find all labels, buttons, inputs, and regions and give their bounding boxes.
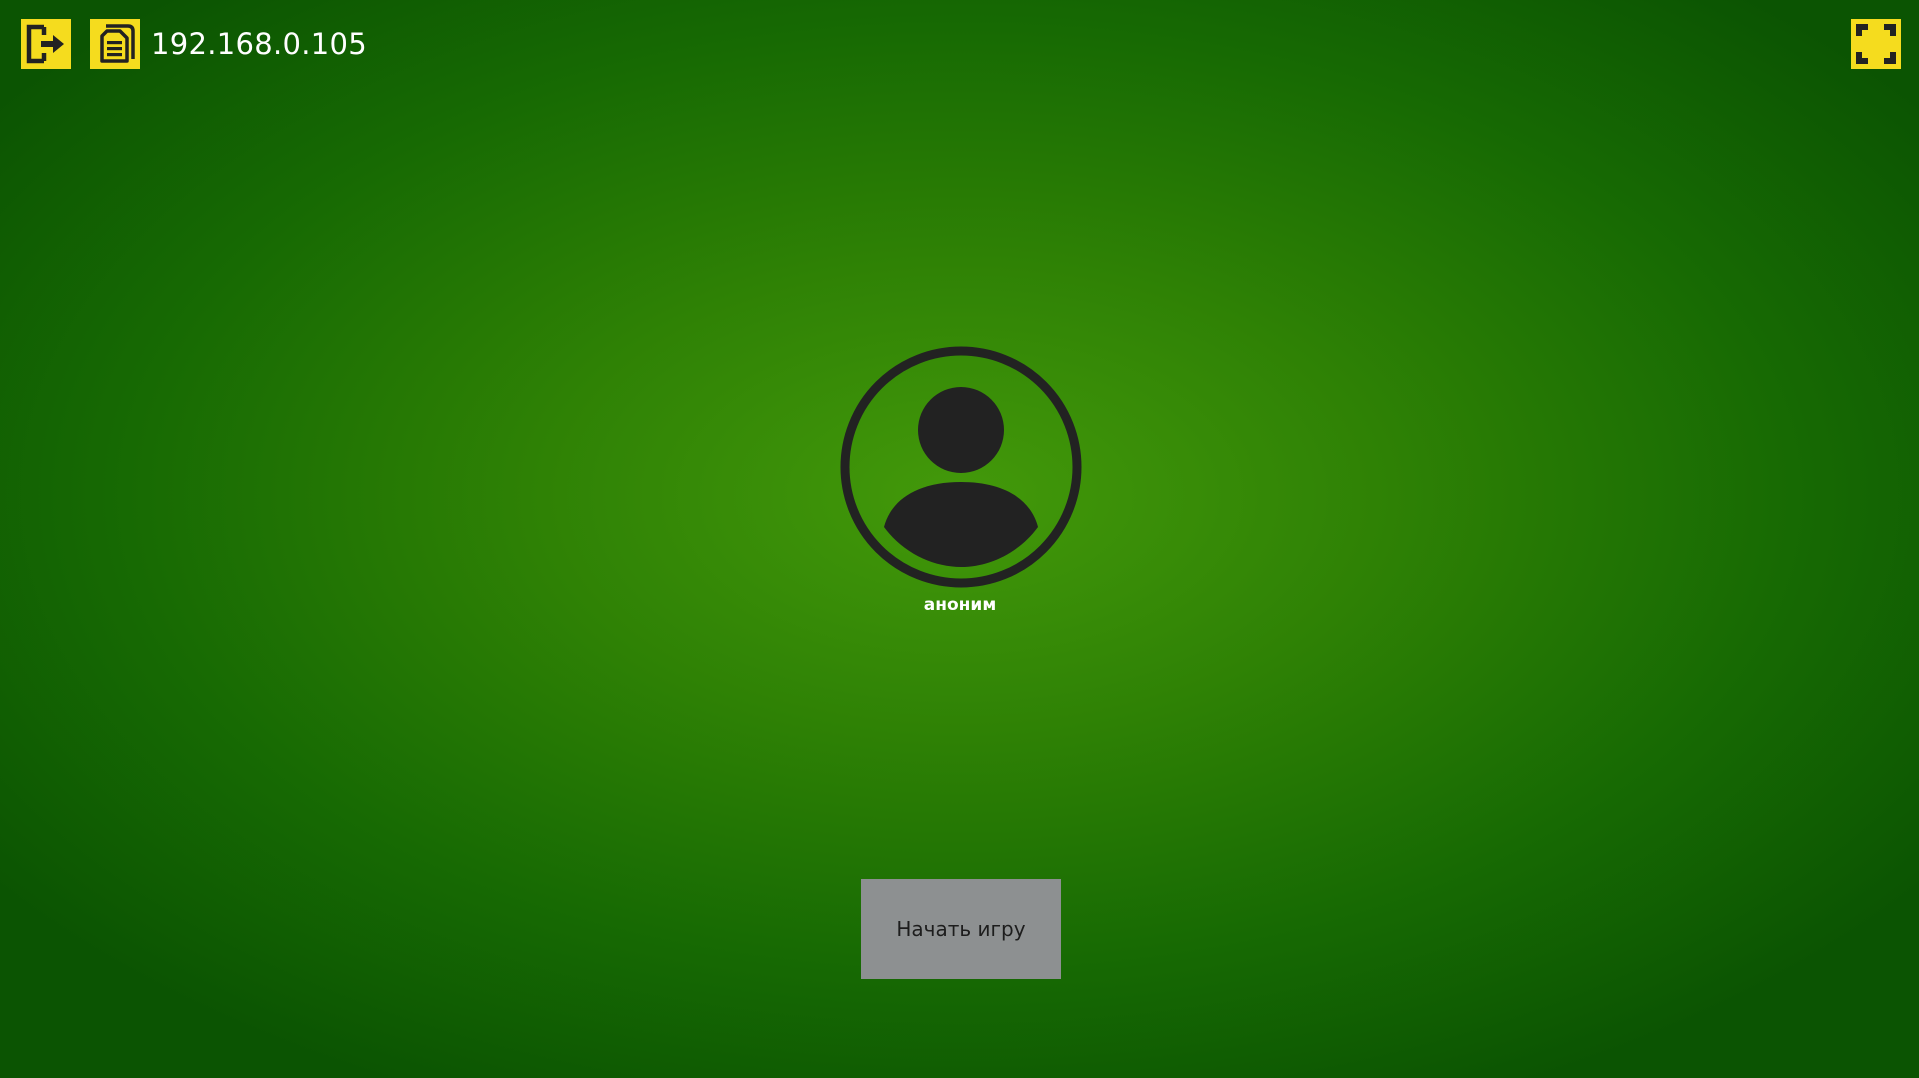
exit-button[interactable] bbox=[21, 19, 71, 69]
log-button[interactable] bbox=[90, 19, 140, 69]
player-name: аноним bbox=[923, 595, 997, 615]
start-game-button[interactable]: Начать игру bbox=[861, 879, 1061, 979]
server-address: 192.168.0.105 bbox=[151, 27, 368, 61]
fullscreen-icon bbox=[1856, 24, 1896, 64]
fullscreen-button[interactable] bbox=[1851, 19, 1901, 69]
exit-icon bbox=[26, 24, 64, 64]
user-avatar-icon bbox=[840, 346, 1082, 588]
document-icon bbox=[100, 24, 135, 63]
